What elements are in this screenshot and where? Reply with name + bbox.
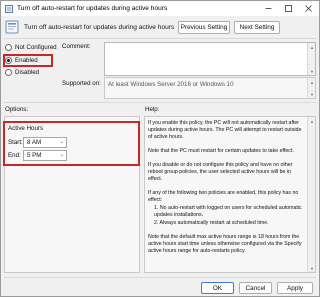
help-text: If you enable this policy, the PC will n… [148, 120, 305, 262]
policy-dialog: Turn off auto-restart for updates during… [0, 0, 320, 297]
help-paragraph: If you enable this policy, the PC will n… [148, 120, 302, 141]
supported-value: At least Windows Server 2016 or Windows … [104, 77, 316, 99]
supported-scrollbar[interactable]: ▲ ▼ [307, 78, 315, 98]
options-label: Options: [5, 106, 29, 113]
title-bar: Turn off auto-restart for updates during… [1, 1, 319, 16]
supported-text: At least Windows Server 2016 or Windows … [108, 81, 234, 88]
next-setting-button[interactable]: Next Setting [234, 21, 280, 34]
scroll-up-icon[interactable]: ▲ [309, 44, 315, 50]
radio-label: Not Configured [15, 44, 57, 51]
help-paragraph: Note that the PC must restart for certai… [148, 148, 294, 155]
radio-label: Disabled [15, 69, 40, 76]
help-panel: If you enable this policy, the PC will n… [144, 116, 316, 273]
supported-label: Supported on: [62, 80, 101, 87]
apply-button[interactable]: Apply [277, 282, 313, 294]
comment-scrollbar[interactable]: ▲ ▼ [307, 43, 315, 75]
help-paragraph: If you disable or do not configure this … [148, 162, 293, 183]
comment-label: Comment: [62, 43, 91, 50]
active-hours-highlight [3, 121, 140, 166]
help-label: Help: [145, 106, 160, 113]
scroll-up-icon[interactable]: ▲ [309, 118, 315, 124]
scroll-down-icon[interactable]: ▼ [309, 265, 315, 271]
radio-disabled[interactable]: Disabled [5, 68, 39, 77]
policy-title: Turn off auto-restart for updates during… [24, 23, 175, 31]
ok-button[interactable]: OK [201, 282, 234, 294]
radio-not-configured[interactable]: Not Configured [5, 43, 57, 52]
section-divider [4, 102, 316, 103]
previous-setting-button[interactable]: Previous Setting [178, 21, 230, 34]
radio-circle[interactable] [5, 69, 12, 76]
minimize-button[interactable] [258, 1, 278, 16]
footer-divider [4, 277, 316, 278]
close-button[interactable] [298, 1, 318, 16]
help-scrollbar[interactable]: ▲ ▼ [307, 117, 315, 272]
help-list-item: 1. No auto-restart with logged on users … [154, 205, 302, 219]
enabled-highlight [3, 54, 53, 67]
maximize-button[interactable] [278, 1, 298, 16]
scroll-up-icon[interactable]: ▲ [309, 79, 315, 85]
policy-app-icon [5, 4, 13, 13]
radio-circle[interactable] [5, 44, 12, 51]
header-divider [4, 38, 316, 39]
help-list-item: 2. Always automatically restart at sched… [154, 219, 269, 226]
scroll-down-icon[interactable]: ▼ [309, 91, 315, 97]
help-paragraph: Note that the default max active hours r… [148, 233, 302, 254]
policy-setting-icon [5, 20, 19, 34]
window-title: Turn off auto-restart for updates during… [17, 5, 168, 12]
comment-textarea[interactable]: ▲ ▼ [104, 42, 316, 76]
scroll-down-icon[interactable]: ▼ [309, 68, 315, 74]
help-paragraph: If any of the following two policies are… [148, 190, 299, 204]
cancel-button[interactable]: Cancel [239, 282, 272, 294]
